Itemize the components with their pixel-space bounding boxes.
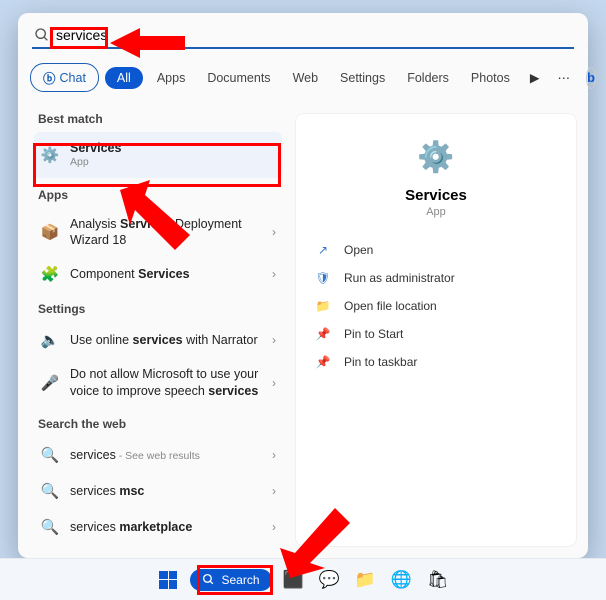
result-narrator-services[interactable]: 🔈 Use online services with Narrator › (34, 322, 282, 358)
taskbar-store[interactable]: 🛍 (424, 566, 452, 594)
windows-logo-icon (159, 571, 177, 589)
search-input[interactable] (56, 27, 572, 43)
play-icon[interactable]: ▶ (524, 68, 546, 87)
result-text: Analysis Services Deployment Wizard 18 (70, 216, 262, 249)
windows-search-panel: ⓑChat All Apps Documents Web Settings Fo… (18, 13, 588, 558)
shield-icon: 🛡 (314, 271, 332, 285)
bing-icon[interactable]: b (586, 67, 596, 89)
action-run-admin[interactable]: 🛡 Run as administrator (310, 264, 562, 292)
search-icon: 🔍 (40, 517, 60, 537)
detail-column: ⚙️ Services App ↗ Open 🛡 Run as administra… (288, 102, 588, 558)
action-label: Open file location (344, 299, 437, 313)
chevron-right-icon: › (272, 448, 276, 462)
filter-apps[interactable]: Apps (149, 67, 194, 89)
detail-title: Services (310, 187, 562, 204)
result-component-services[interactable]: 🧩 Component Services › (34, 256, 282, 292)
filter-chat[interactable]: ⓑChat (30, 63, 99, 92)
section-settings: Settings (34, 292, 282, 322)
results-column: Best match ⚙️ Services App Apps 📦 Analys… (18, 102, 288, 558)
gear-icon: ⚙️ (40, 145, 60, 165)
action-label: Pin to taskbar (344, 355, 417, 369)
filter-all[interactable]: All (105, 67, 143, 89)
mic-icon: 🎤 (40, 373, 60, 393)
filter-settings[interactable]: Settings (332, 67, 393, 89)
action-file-location[interactable]: 📁 Open file location (310, 292, 562, 320)
result-sub: - See web results (116, 450, 200, 462)
result-text: Services App (70, 140, 276, 170)
taskbar-search-button[interactable]: Search (190, 569, 271, 591)
search-bar-container (18, 13, 588, 55)
filter-row: ⓑChat All Apps Documents Web Settings Fo… (18, 55, 588, 102)
search-icon (34, 27, 50, 43)
open-icon: ↗ (314, 243, 332, 257)
detail-card: ⚙️ Services App ↗ Open 🛡 Run as administra… (296, 114, 576, 546)
result-text: Do not allow Microsoft to use your voice… (70, 366, 262, 399)
chevron-right-icon: › (272, 225, 276, 239)
filter-documents[interactable]: Documents (199, 67, 278, 89)
result-speech-services[interactable]: 🎤 Do not allow Microsoft to use your voi… (34, 358, 282, 407)
action-pin-start[interactable]: 📌 Pin to Start (310, 320, 562, 348)
result-text: services marketplace (70, 519, 262, 535)
taskbar-edge[interactable]: 🌐 (388, 566, 416, 594)
filter-folders[interactable]: Folders (399, 67, 457, 89)
result-web-services[interactable]: 🔍 services - See web results › (34, 437, 282, 473)
package-icon: 📦 (40, 222, 60, 242)
action-label: Open (344, 243, 373, 257)
search-icon: 🔍 (40, 481, 60, 501)
action-label: Pin to Start (344, 327, 403, 341)
pin-icon: 📌 (314, 327, 332, 341)
section-apps: Apps (34, 178, 282, 208)
search-icon (202, 573, 215, 586)
taskbar-explorer[interactable]: 📁 (352, 566, 380, 594)
taskbar-search-label: Search (221, 573, 259, 587)
search-icon: 🔍 (40, 445, 60, 465)
start-button[interactable] (154, 566, 182, 594)
action-open[interactable]: ↗ Open (310, 236, 562, 264)
filter-chat-label: Chat (60, 71, 86, 85)
result-sub: App (70, 156, 276, 170)
chevron-right-icon: › (272, 484, 276, 498)
result-analysis-wizard[interactable]: 📦 Analysis Services Deployment Wizard 18… (34, 208, 282, 257)
pin-icon: 📌 (314, 355, 332, 369)
gear-icon: ⚙️ (310, 132, 562, 179)
chevron-right-icon: › (272, 520, 276, 534)
result-web-services-marketplace[interactable]: 🔍 services marketplace › (34, 509, 282, 545)
chevron-right-icon: › (272, 376, 276, 390)
search-bar (32, 23, 574, 49)
result-text: services - See web results (70, 447, 262, 464)
more-icon[interactable]: ⋯ (551, 68, 576, 87)
section-web: Search the web (34, 407, 282, 437)
section-best-match: Best match (34, 102, 282, 132)
detail-sub: App (310, 206, 562, 218)
taskbar-chat[interactable]: 💬 (316, 566, 344, 594)
content-row: Best match ⚙️ Services App Apps 📦 Analys… (18, 102, 588, 558)
result-text: Component Services (70, 266, 262, 282)
taskbar-taskview[interactable]: ⬛ (280, 566, 308, 594)
chevron-right-icon: › (272, 267, 276, 281)
narrator-icon: 🔈 (40, 330, 60, 350)
filter-web[interactable]: Web (285, 67, 326, 89)
folder-icon: 📁 (314, 299, 332, 313)
action-label: Run as administrator (344, 271, 455, 285)
action-pin-taskbar[interactable]: 📌 Pin to taskbar (310, 348, 562, 376)
chevron-right-icon: › (272, 333, 276, 347)
taskbar: Search ⬛ 💬 📁 🌐 🛍 (0, 558, 606, 600)
result-text: Use online services with Narrator (70, 332, 262, 348)
result-text: services msc (70, 483, 262, 499)
result-services-app[interactable]: ⚙️ Services App (34, 132, 282, 178)
filter-photos[interactable]: Photos (463, 67, 518, 89)
result-title: Services (70, 140, 276, 156)
component-icon: 🧩 (40, 264, 60, 284)
result-web-services-msc[interactable]: 🔍 services msc › (34, 473, 282, 509)
